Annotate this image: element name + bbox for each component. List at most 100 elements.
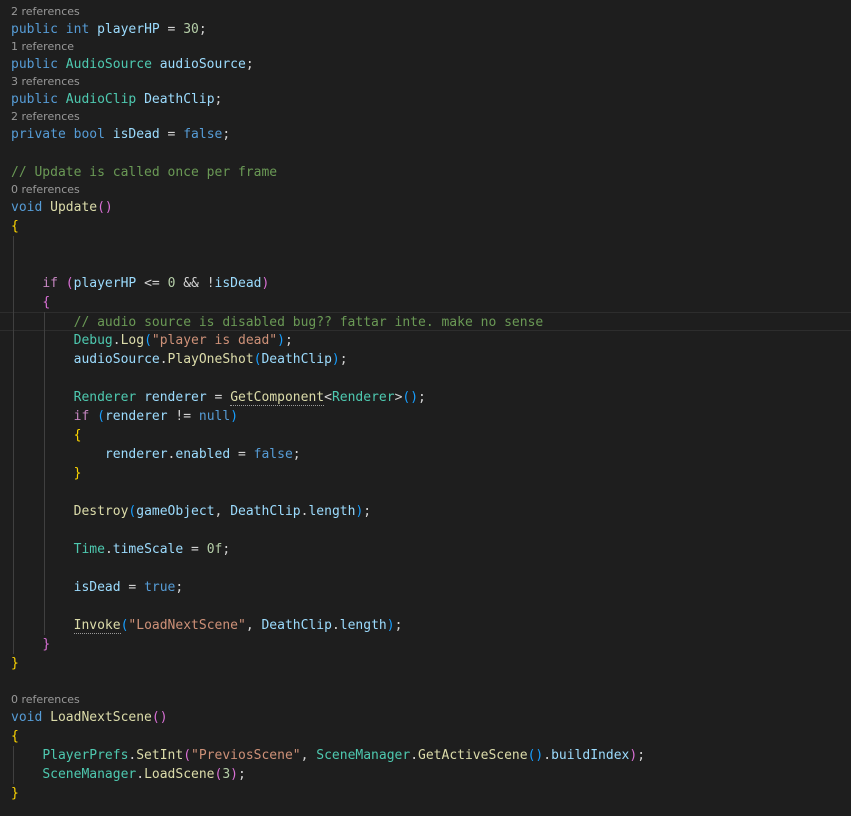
punctuation [89,22,97,37]
identifier: enabled [175,447,231,462]
code-line: private bool isDead = false; [0,125,851,144]
type-name: SceneManager [42,767,137,782]
code-line: audioSource.PlayOneShot(DeathClip); [0,350,851,369]
bracket: { [73,428,82,443]
code-line: // Update is called once per frame [0,163,851,182]
function-name: Update [50,200,98,215]
punctuation: = [120,580,145,595]
punctuation: ; [175,580,184,595]
bracket: ( [183,748,192,763]
bracket: ( [144,333,152,348]
keyword: int [65,22,90,37]
punctuation: ; [222,542,231,557]
code-line: } [0,784,851,803]
bracket: () [97,200,113,215]
indent-guide [13,236,14,654]
code-editor[interactable]: 2 references public int playerHP = 30; 1 r… [0,0,851,816]
identifier: renderer [104,409,168,424]
punctuation: ; [222,127,231,142]
code-line: Destroy(gameObject, DeathClip.length); [0,502,851,521]
punctuation [89,409,97,424]
type-name: SceneManager [316,748,411,763]
keyword: false [183,127,223,142]
control-keyword: if [42,276,58,291]
keyword: public [11,22,58,37]
bracket: } [11,656,19,671]
type-name: Debug [73,333,113,348]
punctuation: ; [363,504,372,519]
bracket: () [151,710,168,725]
code-line: void LoadNextScene() [0,708,851,727]
number-literal: 3 [222,767,231,782]
code-line: } [0,635,851,654]
identifier: gameObject [136,504,215,519]
identifier: DeathClip [230,504,301,519]
codelens-references[interactable]: 0 references [0,692,851,708]
code-line: public int playerHP = 30; [0,20,851,39]
keyword: void [11,200,43,215]
bracket: ( [65,276,74,291]
code-line: void Update() [0,198,851,217]
identifier: playerHP [97,22,160,37]
punctuation: = [159,22,184,37]
punctuation: , [300,748,317,763]
punctuation [58,92,66,107]
codelens-references[interactable]: 3 references [0,74,851,90]
punctuation [136,390,144,405]
current-code-line: // audio source is disabled bug?? fattar… [0,312,851,331]
function-name: LoadScene [144,767,215,782]
code-line: public AudioSource audioSource; [0,55,851,74]
bracket: ) [386,618,395,633]
bracket: } [42,637,51,652]
code-line: } [0,464,851,483]
punctuation: . [112,333,121,348]
identifier: DeathClip [261,352,332,367]
type-name: AudioClip [65,92,137,107]
punctuation: ; [198,22,207,37]
keyword: private [11,127,66,142]
code-line: Debug.Log("player is dead"); [0,331,851,350]
code-line: isDead = true; [0,578,851,597]
bracket: ( [97,409,105,424]
codelens-references[interactable]: 0 references [0,182,851,198]
punctuation [58,57,66,72]
code-line: { [0,426,851,445]
punctuation: = [183,542,207,557]
punctuation: . [543,748,552,763]
code-line: SceneManager.LoadScene(3); [0,765,851,784]
punctuation [42,200,50,215]
punctuation: ; [418,390,426,405]
codelens-references[interactable]: 2 references [0,109,851,125]
punctuation: = [206,390,231,405]
bracket: ) [230,767,238,782]
bracket: ) [331,352,340,367]
keyword: bool [73,127,105,142]
codelens-references[interactable]: 1 reference [0,39,851,55]
code-line: { [0,217,851,236]
function-name: GetActiveScene [418,748,528,763]
type-name: Renderer [331,390,395,405]
codelens-references[interactable]: 2 references [0,4,851,20]
type-name: AudioSource [65,57,152,72]
indent-guide [44,312,45,635]
identifier: isDead [73,580,121,595]
identifier: length [308,504,356,519]
identifier: length [339,618,387,633]
code-line: Invoke("LoadNextScene", DeathClip.length… [0,616,851,635]
